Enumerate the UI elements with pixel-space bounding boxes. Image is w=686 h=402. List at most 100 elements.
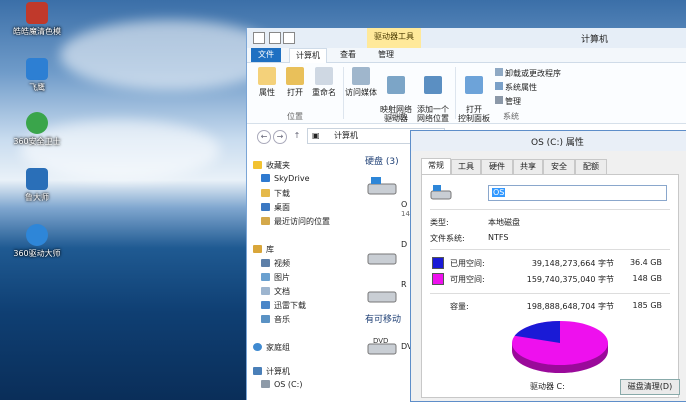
properties-icon[interactable]: [269, 32, 281, 44]
nav-label: 文档: [274, 287, 290, 296]
folder-icon[interactable]: [253, 32, 265, 44]
group-divider: [343, 67, 344, 119]
drive-item[interactable]: DVD: [367, 334, 397, 355]
drive-label: O: [401, 200, 408, 209]
tab-security[interactable]: 安全: [543, 159, 575, 174]
open-control-panel-button[interactable]: 打开 控制面板: [457, 67, 491, 132]
desktop-icon-label: 飞鹰: [29, 83, 45, 92]
media-icon: [352, 67, 370, 85]
drive-item[interactable]: [367, 284, 397, 304]
up-button[interactable]: ↑: [291, 130, 303, 142]
properties-button[interactable]: 属性: [255, 67, 279, 98]
nav-thunder-downloads[interactable]: 迅雷下载: [261, 300, 306, 311]
drive-letter-label: 驱动器 C:: [530, 382, 565, 391]
desktop-icon-label: 360安全卫士: [13, 137, 61, 146]
tab-computer[interactable]: 计算机: [289, 48, 327, 63]
drive-item[interactable]: [367, 246, 397, 266]
network-drive-icon: [387, 76, 405, 94]
divider: [430, 209, 670, 210]
system-properties-icon: [495, 82, 503, 90]
nav-desktop[interactable]: 桌面: [261, 202, 290, 213]
svg-text:DVD: DVD: [373, 337, 388, 345]
section-removable[interactable]: 有可移动: [365, 312, 401, 325]
nav-label: 迅雷下载: [274, 301, 306, 310]
nav-label: 最近访问的位置: [274, 217, 330, 226]
tab-file[interactable]: 文件: [251, 48, 281, 62]
desktop-icon[interactable]: 360驱动大师: [8, 224, 66, 259]
os-drive-icon: [367, 177, 397, 195]
nav-label: 家庭组: [266, 343, 290, 352]
general-tab-panel: OS 类型: 本地磁盘 文件系统: NTFS 已用空间: 39,148,273,…: [421, 174, 680, 398]
nav-label: 计算机: [266, 367, 290, 376]
button-label: 访问媒体: [345, 88, 377, 97]
homegroup-icon: [253, 343, 262, 351]
capacity-bytes: 198,888,648,704 字节: [526, 302, 614, 311]
app-icon: [26, 112, 48, 134]
tab-hardware[interactable]: 硬件: [481, 159, 513, 174]
access-media-button[interactable]: 访问媒体: [345, 67, 377, 98]
nav-documents[interactable]: 文档: [261, 286, 290, 297]
button-label: 打开 控制面板: [458, 105, 490, 123]
tab-view[interactable]: 查看: [333, 48, 363, 62]
group-label-system: 系统: [503, 112, 519, 121]
dvd-drive-icon: DVD: [367, 337, 397, 355]
nav-library[interactable]: 库: [253, 244, 274, 255]
thunder-icon: [261, 301, 270, 309]
ribbon: 属性 打开 重命名 位置 访问媒体 映射网络 驱动器 添加一个 网络位置 网络 …: [247, 63, 686, 124]
hard-drive-icon: [367, 253, 397, 265]
nav-homegroup[interactable]: 家庭组: [253, 342, 290, 353]
rename-button[interactable]: 重命名: [309, 67, 339, 98]
open-folder-icon: [286, 67, 304, 85]
type-value: 本地磁盘: [488, 218, 520, 227]
dialog-title: OS (C:) 属性: [531, 138, 584, 148]
title-bar: 驱动器工具 计算机: [247, 28, 686, 48]
pictures-icon: [261, 273, 270, 281]
manage-button[interactable]: 管理: [495, 95, 561, 109]
dialog-title-bar: OS (C:) 属性: [411, 131, 686, 151]
new-folder-icon[interactable]: [283, 32, 295, 44]
drive-sub: 14: [401, 210, 410, 218]
tab-quota[interactable]: 配额: [575, 159, 607, 174]
nav-favorites[interactable]: 收藏夹: [253, 160, 290, 171]
nav-pictures[interactable]: 图片: [261, 272, 290, 283]
nav-label: 库: [266, 245, 274, 254]
documents-icon: [261, 287, 270, 295]
back-button[interactable]: ←: [257, 130, 271, 144]
divider: [430, 293, 670, 294]
downloads-icon: [261, 189, 270, 197]
desktop-icon[interactable]: 飞鹰: [8, 58, 66, 93]
nav-videos[interactable]: 视频: [261, 258, 290, 269]
system-properties-button[interactable]: 系统属性: [495, 81, 561, 95]
tab-sharing[interactable]: 共享: [513, 159, 543, 174]
drive-item[interactable]: [367, 176, 397, 196]
section-hard-disks[interactable]: 硬盘 (3): [365, 154, 399, 167]
nav-label: 视频: [274, 259, 290, 268]
nav-music[interactable]: 音乐: [261, 314, 290, 325]
tab-manage[interactable]: 管理: [371, 48, 401, 62]
disk-cleanup-button[interactable]: 磁盘清理(D): [620, 379, 680, 395]
uninstall-programs-button[interactable]: 卸载或更改程序: [495, 67, 561, 81]
nav-downloads[interactable]: 下载: [261, 188, 290, 199]
hard-drive-icon: [367, 291, 397, 303]
desktop-icon[interactable]: 皓皓魔清色模: [8, 2, 66, 37]
desktop-icon[interactable]: 鲁大师: [8, 168, 66, 203]
nav-label: OS (C:): [274, 380, 303, 389]
add-network-location-button[interactable]: 添加一个 网络位置: [415, 67, 451, 132]
nav-recent[interactable]: 最近访问的位置: [261, 216, 330, 227]
app-icon: [26, 224, 48, 246]
map-network-drive-button[interactable]: 映射网络 驱动器: [379, 67, 413, 132]
disk-usage-pie: [512, 321, 608, 373]
nav-computer[interactable]: 计算机: [253, 366, 290, 377]
tab-general[interactable]: 常规: [421, 158, 451, 175]
nav-os-c[interactable]: OS (C:): [261, 380, 302, 389]
nav-label: 图片: [274, 273, 290, 282]
tab-tools[interactable]: 工具: [451, 159, 481, 174]
nav-skydrive[interactable]: SkyDrive: [261, 174, 310, 183]
open-button[interactable]: 打开: [283, 67, 307, 98]
desktop-icon[interactable]: 360安全卫士: [8, 112, 66, 147]
nav-label: 桌面: [274, 203, 290, 212]
forward-button[interactable]: →: [273, 130, 287, 144]
network-location-icon: [424, 76, 442, 94]
drive-name-input[interactable]: OS: [488, 185, 667, 201]
used-space-bytes: 39,148,273,664 字节: [531, 259, 614, 268]
